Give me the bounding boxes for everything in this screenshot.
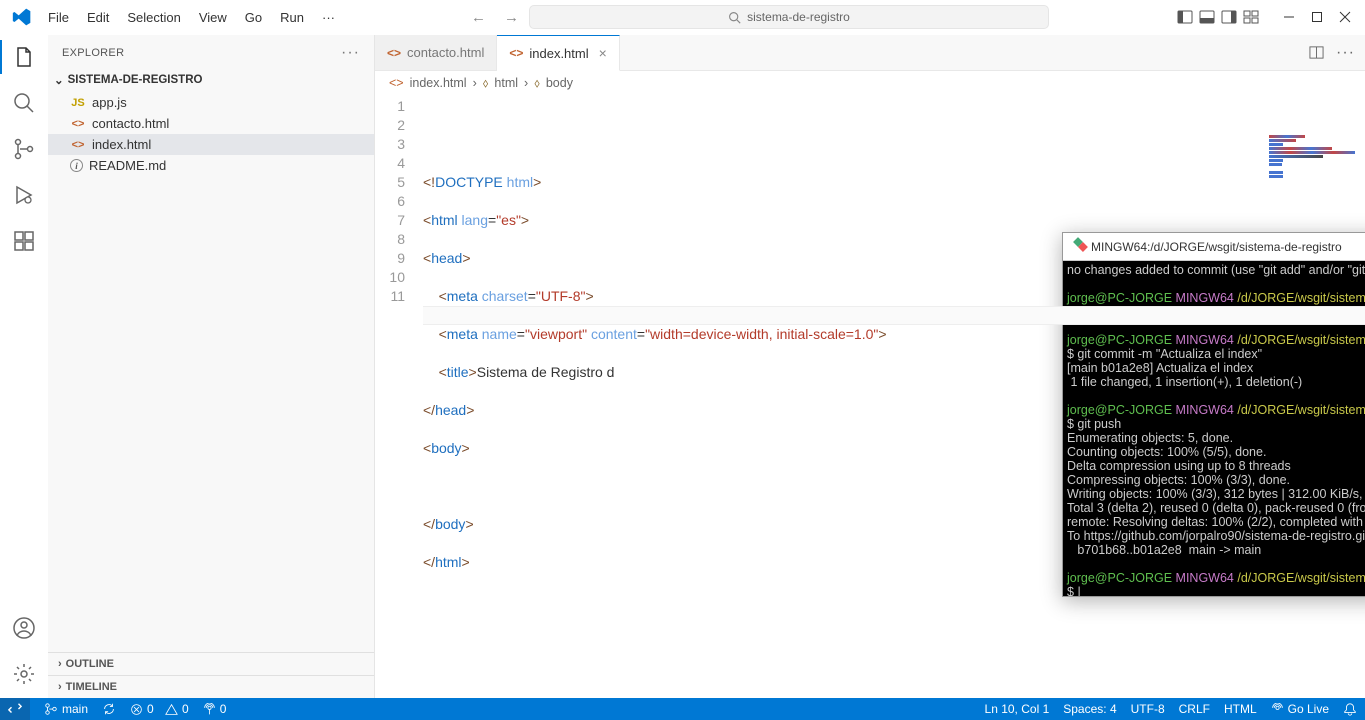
chevron-down-icon: ⌄ xyxy=(54,73,64,87)
breadcrumb-item[interactable]: html xyxy=(494,76,518,90)
menu-edit[interactable]: Edit xyxy=(79,6,117,29)
breadcrumb-item[interactable]: index.html xyxy=(410,76,467,90)
chevron-right-icon: › xyxy=(58,658,62,670)
search-placeholder: sistema-de-registro xyxy=(747,10,850,24)
status-eol[interactable]: CRLF xyxy=(1179,702,1210,716)
outline-section[interactable]: › OUTLINE xyxy=(48,652,374,675)
activity-settings-icon[interactable] xyxy=(10,660,38,688)
file-name: contacto.html xyxy=(92,116,169,131)
file-type-icon: <> xyxy=(70,118,86,130)
layout-sidebar-right-icon[interactable] xyxy=(1221,9,1237,25)
breadcrumb-item[interactable]: body xyxy=(546,76,573,90)
status-indentation[interactable]: Spaces: 4 xyxy=(1063,702,1116,716)
window-minimize-icon[interactable] xyxy=(1283,11,1295,23)
window-close-icon[interactable] xyxy=(1339,11,1351,23)
menu-go[interactable]: Go xyxy=(237,6,270,29)
menu-bar: File Edit Selection View Go Run ··· xyxy=(40,6,343,29)
status-notifications-icon[interactable] xyxy=(1343,702,1357,716)
html-file-icon: <> xyxy=(509,46,523,60)
menu-selection[interactable]: Selection xyxy=(119,6,188,29)
layout-panel-icon[interactable] xyxy=(1199,9,1215,25)
command-center-search[interactable]: sistema-de-registro xyxy=(529,5,1049,29)
activity-accounts-icon[interactable] xyxy=(10,614,38,642)
file-type-icon: JS xyxy=(70,97,86,109)
status-branch[interactable]: main xyxy=(44,702,88,716)
status-go-live[interactable]: Go Live xyxy=(1271,702,1329,716)
status-cursor-position[interactable]: Ln 10, Col 1 xyxy=(985,702,1050,716)
activity-explorer-icon[interactable] xyxy=(10,43,38,71)
editor-tabs: <> contacto.html <> index.html × ··· xyxy=(375,35,1365,71)
editor-area: <> contacto.html <> index.html × ··· <> … xyxy=(375,35,1365,698)
breadcrumb[interactable]: <> index.html› ⬨ html› ⬨ body xyxy=(375,71,1365,95)
activity-bar xyxy=(0,35,48,698)
explorer-title: EXPLORER xyxy=(62,47,124,59)
project-name: SISTEMA-DE-REGISTRO xyxy=(68,74,203,86)
activity-run-debug-icon[interactable] xyxy=(10,181,38,209)
vscode-logo-icon xyxy=(12,7,32,27)
close-icon[interactable]: × xyxy=(599,45,607,61)
timeline-section[interactable]: › TIMELINE xyxy=(48,675,374,698)
activity-search-icon[interactable] xyxy=(10,89,38,117)
tab-contacto[interactable]: <> contacto.html xyxy=(375,35,497,70)
tab-label: index.html xyxy=(529,46,588,61)
search-icon xyxy=(728,11,741,24)
status-problems[interactable]: 0 0 xyxy=(130,702,189,716)
tab-label: contacto.html xyxy=(407,45,484,60)
status-ports[interactable]: 0 xyxy=(203,702,227,716)
timeline-label: TIMELINE xyxy=(66,681,117,693)
explorer-more-icon[interactable]: ··· xyxy=(341,44,360,62)
layout-customize-icon[interactable] xyxy=(1243,9,1259,25)
status-bar: main 0 0 0 Ln 10, Col 1 Spaces: 4 UTF-8 … xyxy=(0,698,1365,720)
file-type-icon: <> xyxy=(70,139,86,151)
file-name: README.md xyxy=(89,158,166,173)
current-line-highlight xyxy=(423,306,1365,325)
menu-file[interactable]: File xyxy=(40,6,77,29)
file-item[interactable]: <> index.html xyxy=(48,134,374,155)
menu-run[interactable]: Run xyxy=(272,6,312,29)
file-item[interactable]: i README.md xyxy=(48,155,374,176)
activity-source-control-icon[interactable] xyxy=(10,135,38,163)
activity-extensions-icon[interactable] xyxy=(10,227,38,255)
menu-more[interactable]: ··· xyxy=(314,6,343,29)
element-icon: ⬨ xyxy=(534,76,540,91)
window-maximize-icon[interactable] xyxy=(1311,11,1323,23)
nav-back-icon[interactable]: ← xyxy=(471,9,486,26)
status-sync[interactable] xyxy=(102,702,116,716)
nav-forward-icon[interactable]: → xyxy=(504,9,519,26)
outline-label: OUTLINE xyxy=(66,658,114,670)
file-name: index.html xyxy=(92,137,151,152)
menu-view[interactable]: View xyxy=(191,6,235,29)
file-name: app.js xyxy=(92,95,127,110)
layout-sidebar-left-icon[interactable] xyxy=(1177,9,1193,25)
status-language[interactable]: HTML xyxy=(1224,702,1257,716)
html-file-icon: <> xyxy=(387,46,401,60)
file-item[interactable]: <> contacto.html xyxy=(48,113,374,134)
title-bar: File Edit Selection View Go Run ··· ← → … xyxy=(0,0,1365,35)
file-item[interactable]: JS app.js xyxy=(48,92,374,113)
editor-more-icon[interactable]: ··· xyxy=(1336,44,1355,62)
remote-indicator[interactable] xyxy=(0,698,30,720)
status-encoding[interactable]: UTF-8 xyxy=(1131,702,1165,716)
file-type-icon: i xyxy=(70,159,83,172)
branch-name: main xyxy=(62,702,88,716)
explorer-sidebar: EXPLORER ··· ⌄ SISTEMA-DE-REGISTRO JS app… xyxy=(48,35,375,698)
html-file-icon: <> xyxy=(389,76,404,90)
tab-index[interactable]: <> index.html × xyxy=(497,35,619,71)
split-editor-icon[interactable] xyxy=(1309,45,1324,60)
chevron-right-icon: › xyxy=(58,681,62,693)
element-icon: ⬨ xyxy=(483,76,489,91)
project-root[interactable]: ⌄ SISTEMA-DE-REGISTRO xyxy=(48,70,374,90)
line-gutter: 1234567891011 xyxy=(375,97,423,698)
